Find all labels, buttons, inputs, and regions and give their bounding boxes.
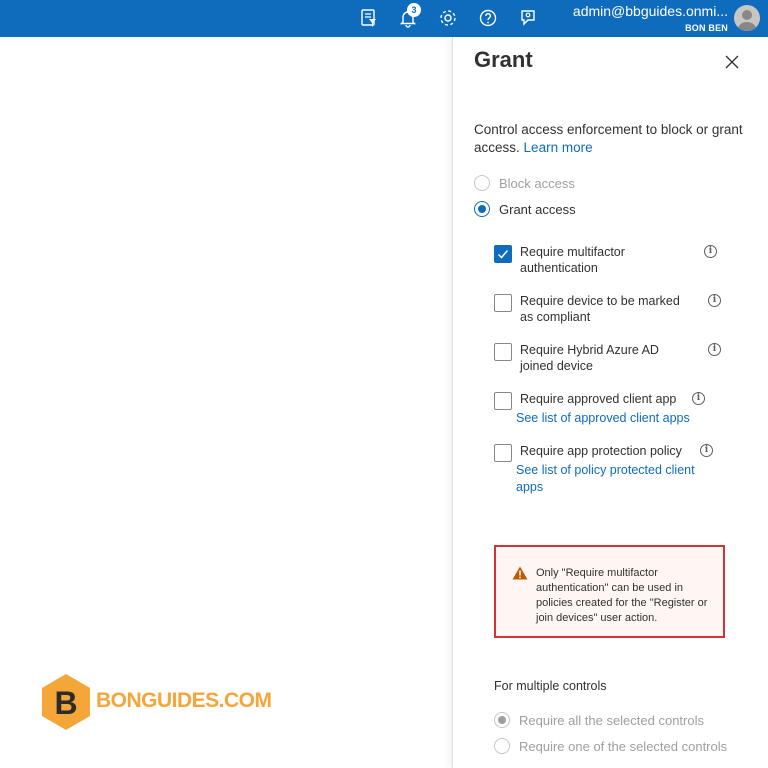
description-text: Control access enforcement to block or g…: [474, 122, 743, 155]
watermark-text: BONGUIDES.COM: [96, 689, 272, 712]
info-icon[interactable]: i: [708, 343, 721, 356]
avatar[interactable]: [734, 5, 760, 31]
grant-access-option[interactable]: Grant access: [474, 201, 576, 217]
watermark-letter: B: [54, 685, 77, 721]
require-all-option[interactable]: Require all the selected controls: [494, 712, 704, 728]
feedback-icon[interactable]: [517, 7, 539, 29]
require-app-protection-label: Require app protection policy: [520, 444, 682, 458]
blade-background: [0, 37, 452, 768]
warning-message: Only "Require multifactor authentication…: [494, 545, 725, 638]
help-icon[interactable]: [477, 7, 499, 29]
directory-filter-icon[interactable]: [358, 7, 380, 29]
block-access-label: Block access: [499, 175, 575, 191]
warning-icon: [512, 566, 528, 580]
grant-panel: Grant Control access enforcement to bloc…: [452, 37, 768, 768]
grant-access-label: Grant access: [499, 201, 576, 217]
multiple-controls-label: For multiple controls: [494, 679, 607, 693]
notification-count-badge: 3: [407, 3, 421, 17]
watermark-hexagon-icon: B: [42, 674, 90, 730]
block-access-option[interactable]: Block access: [474, 175, 575, 191]
require-all-label: Require all the selected controls: [519, 712, 704, 728]
learn-more-link[interactable]: Learn more: [524, 140, 593, 155]
info-icon[interactable]: i: [692, 392, 705, 405]
protected-apps-link[interactable]: See list of policy protected client apps: [516, 462, 711, 496]
require-one-option[interactable]: Require one of the selected controls: [494, 738, 727, 754]
info-icon[interactable]: i: [708, 294, 721, 307]
require-app-protection-checkbox[interactable]: [494, 444, 512, 462]
close-icon[interactable]: [723, 53, 741, 71]
block-access-radio[interactable]: [474, 175, 490, 191]
require-all-radio[interactable]: [494, 712, 510, 728]
info-icon[interactable]: i: [700, 444, 713, 457]
require-approved-app-label: Require approved client app: [520, 392, 677, 406]
require-mfa-label: Require multifactor authentication: [520, 245, 625, 275]
account-name: BON BEN: [685, 23, 728, 33]
warning-text: Only "Require multifactor authentication…: [536, 567, 708, 624]
grant-access-radio[interactable]: [474, 201, 490, 217]
account-menu[interactable]: admin@bbguides.onmi... BON BEN: [573, 3, 728, 34]
require-one-radio[interactable]: [494, 738, 510, 754]
require-hybrid-joined-checkbox[interactable]: [494, 343, 512, 361]
info-icon[interactable]: i: [704, 245, 717, 258]
settings-gear-icon[interactable]: [437, 7, 459, 29]
require-hybrid-joined-label: Require Hybrid Azure AD joined device: [520, 343, 659, 373]
approved-apps-link[interactable]: See list of approved client apps: [516, 410, 716, 427]
account-email: admin@bbguides.onmi...: [572, 3, 728, 19]
require-mfa-checkbox[interactable]: [494, 245, 512, 263]
require-one-label: Require one of the selected controls: [519, 738, 728, 754]
watermark: B BONGUIDES.COM: [40, 673, 272, 731]
require-compliant-device-label: Require device to be marked as compliant: [520, 294, 680, 324]
top-bar: 3 admin@bbguides.onmi... BON BEN: [0, 0, 768, 37]
panel-description: Control access enforcement to block or g…: [474, 121, 744, 157]
panel-title: Grant: [474, 47, 533, 72]
require-compliant-device-checkbox[interactable]: [494, 294, 512, 312]
require-approved-app-checkbox[interactable]: [494, 392, 512, 410]
